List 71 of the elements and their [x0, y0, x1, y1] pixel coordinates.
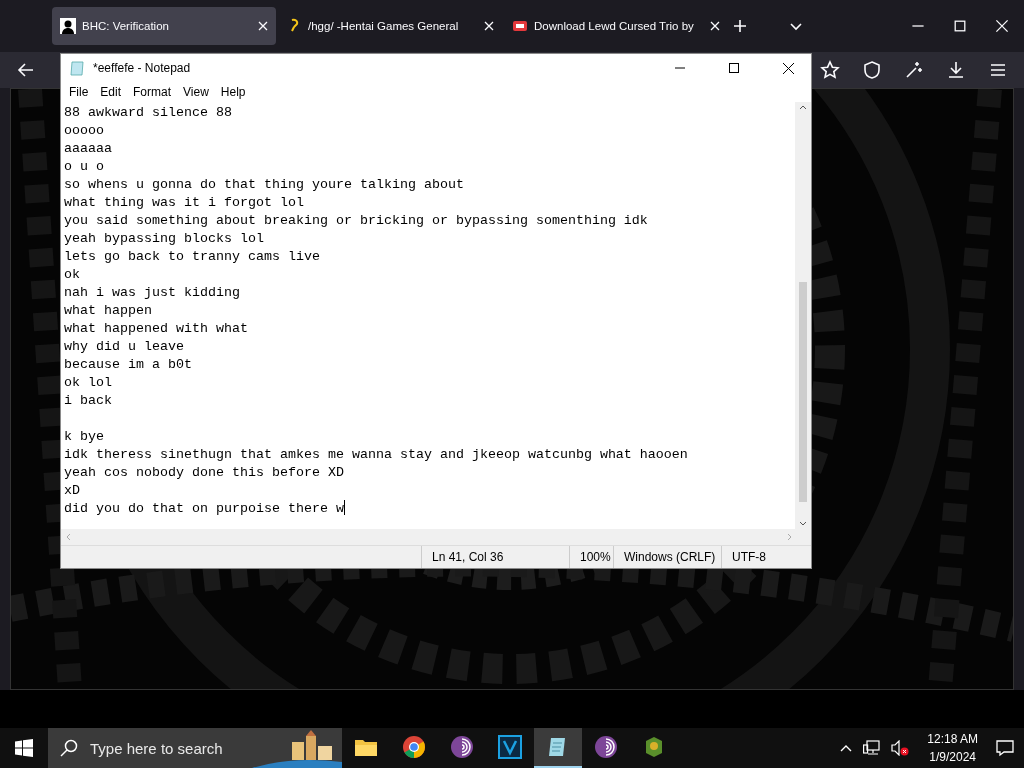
text-line: i back	[64, 393, 112, 408]
shield-icon[interactable]	[862, 60, 882, 80]
maximize-icon	[729, 63, 739, 73]
close-icon[interactable]	[258, 21, 268, 31]
search-icon	[60, 739, 78, 757]
menu-item[interactable]: Edit	[94, 85, 128, 99]
status-text: Ln 41, Col 36	[421, 546, 569, 568]
text-line: ooooo	[64, 123, 104, 138]
search-field[interactable]: Type here to search	[48, 728, 342, 768]
text-caret	[343, 500, 345, 515]
text-line: yeah bypassing blocks lol	[64, 231, 264, 246]
text-line: o u o	[64, 159, 104, 174]
menu-item[interactable]: View	[177, 85, 215, 99]
horizontal-scrollbar[interactable]	[61, 529, 811, 545]
browser-tab[interactable]: BHC: Verification	[52, 7, 276, 45]
muted-speaker-icon[interactable]	[891, 740, 910, 756]
search-input[interactable]: Type here to search	[88, 738, 262, 758]
editor-icon	[498, 735, 522, 759]
menu-item[interactable]: Format	[127, 85, 178, 99]
tab-title: Download Lewd Cursed Trio by	[534, 20, 695, 32]
text-line: aaaaaa	[64, 141, 112, 156]
maximize-icon[interactable]	[952, 18, 968, 34]
onion-icon	[450, 735, 474, 759]
windows-icon	[15, 739, 33, 757]
status-text: UTF-8	[721, 546, 811, 568]
menu-item[interactable]: File	[63, 85, 95, 99]
text-line: what happened with what	[64, 321, 248, 336]
scroll-thumb[interactable]	[799, 282, 807, 502]
close-icon[interactable]	[484, 21, 494, 31]
download-icon[interactable]	[946, 60, 966, 80]
window-title: *eeffefe - Notepad	[93, 61, 192, 75]
user-icon	[60, 18, 76, 34]
menu-item[interactable]: Help	[214, 85, 252, 99]
text-line: xD	[64, 483, 80, 498]
status-text: 100%	[569, 546, 613, 568]
status-text: Windows (CRLF)	[613, 546, 721, 568]
browser-tab[interactable]: Download Lewd Cursed Trio by	[504, 7, 728, 45]
text-line: ok	[64, 267, 80, 282]
text-line: yeah cos nobody done this before XD	[64, 465, 344, 480]
text-line: ok lol	[64, 375, 112, 390]
close-icon[interactable]	[994, 18, 1010, 34]
text-line: idk theress sinethugn that amkes me wanna stay and jkeeop watcunbg what haooen	[64, 447, 688, 462]
clock-date: 1/9/2024	[929, 749, 976, 766]
onion-icon	[594, 735, 618, 759]
text-line: so whens u gonna do that thing youre talking about	[64, 177, 464, 192]
notification-icon[interactable]	[996, 739, 1014, 757]
close-icon	[782, 62, 794, 74]
sparkle-icon[interactable]	[904, 60, 924, 80]
browser-tab[interactable]: /hgg/ -Hentai Games General	[278, 7, 502, 45]
text-line: because im a b0t	[64, 357, 192, 372]
text-line: k bye	[64, 429, 104, 444]
tab-title: /hgg/ -Hentai Games General	[308, 20, 460, 32]
gamepad-icon	[512, 18, 528, 34]
chrome-icon	[402, 735, 426, 759]
close-icon[interactable]	[710, 21, 720, 31]
text-line: did you do that on purpoise there w	[64, 501, 344, 516]
network-icon[interactable]	[863, 740, 882, 756]
folder-icon	[354, 737, 378, 757]
taskbar-app[interactable]	[534, 728, 582, 768]
text-line: nah i was just kidding	[64, 285, 240, 300]
notepad-icon	[69, 60, 85, 76]
star-icon[interactable]	[820, 60, 840, 80]
vertical-scrollbar[interactable]	[795, 102, 811, 529]
tab-title: BHC: Verification	[82, 20, 170, 32]
text-line: 88 awkward silence 88	[64, 105, 232, 120]
text-line: what thing was it i forgot lol	[64, 195, 304, 210]
text-line: lets go back to tranny cams live	[64, 249, 320, 264]
text-line: you said something about breaking or bricking or bypassing somenthing idk	[64, 213, 648, 228]
clock-time: 12:18 AM	[927, 731, 978, 748]
text-line: why did u leave	[64, 339, 184, 354]
text-line: what happen	[64, 303, 152, 318]
